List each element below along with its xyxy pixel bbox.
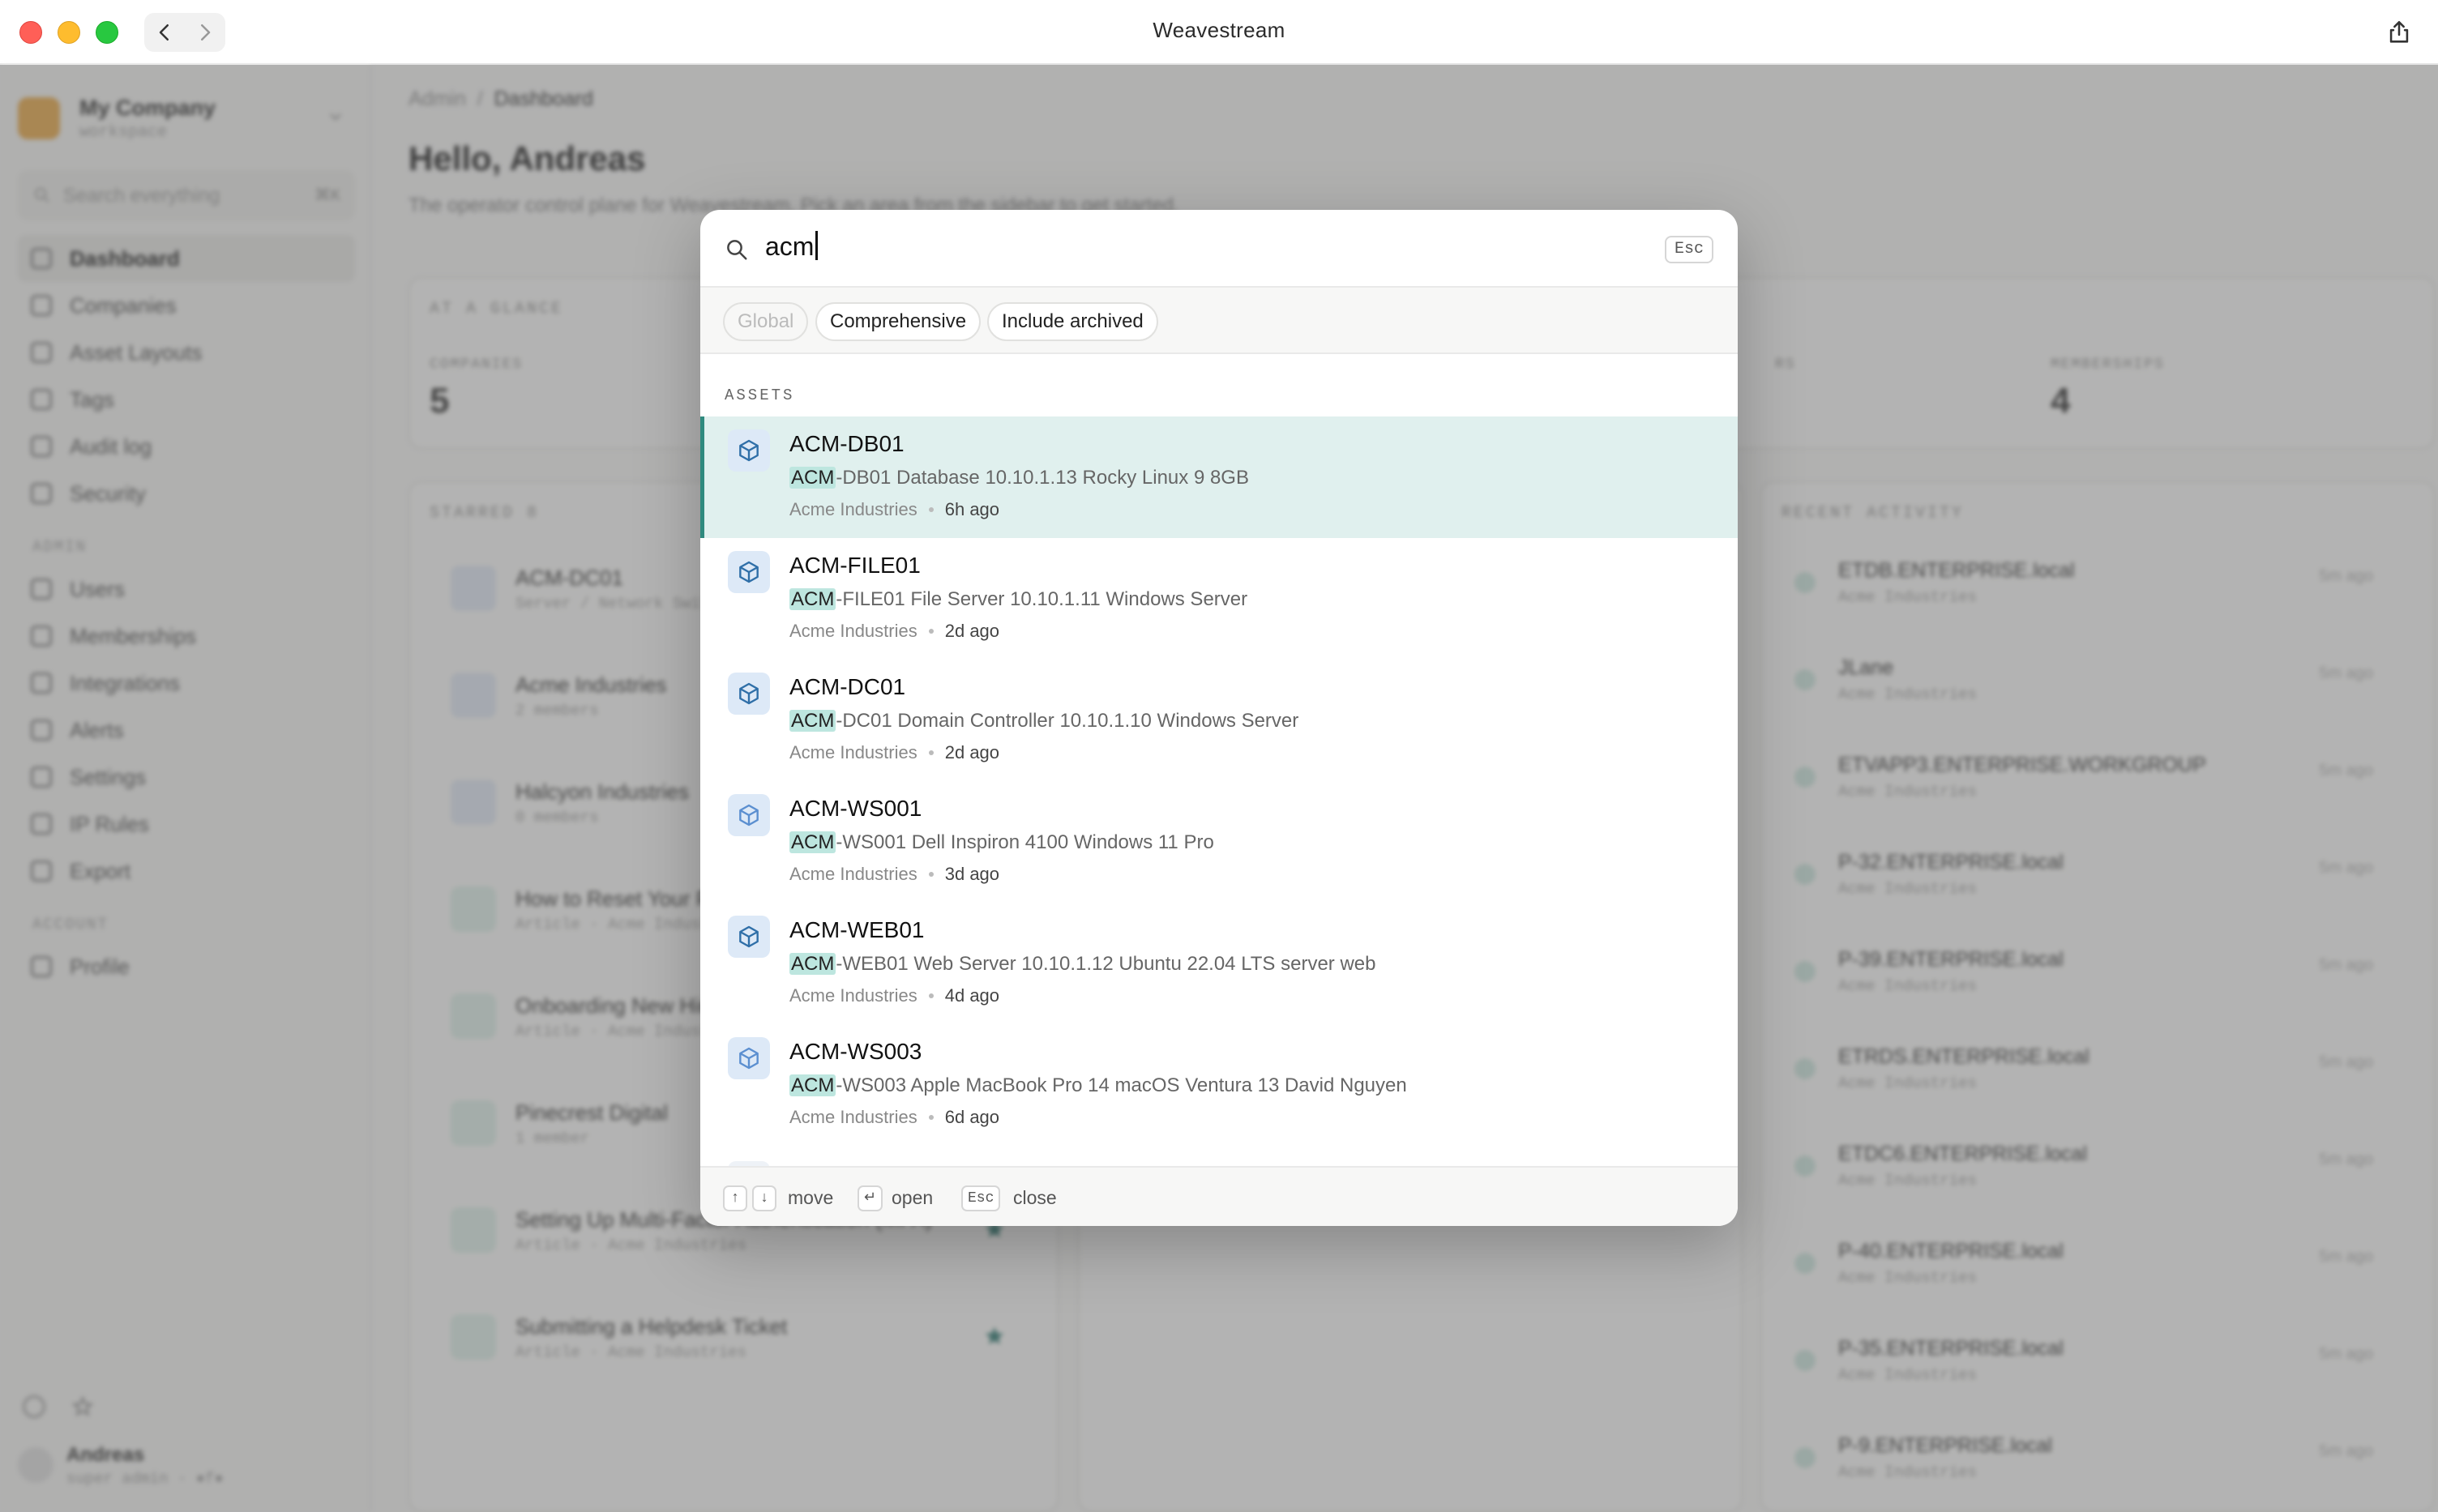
result-desc-text: -FILE01 File Server 10.10.1.11 Windows S… bbox=[836, 588, 1248, 610]
search-result[interactable]: ACM-WEB01 ACM-WEB01 Web Server 10.10.1.1… bbox=[700, 903, 1738, 1024]
result-company: Acme Industries bbox=[789, 985, 917, 1006]
share-icon bbox=[2389, 20, 2409, 43]
result-company: Acme Industries bbox=[789, 621, 917, 641]
result-title: ACM-WEB01 bbox=[789, 917, 925, 942]
match-highlight: ACM bbox=[789, 588, 836, 610]
result-time: 4d ago bbox=[944, 985, 1000, 1006]
palette-footer: ↑ ↓ move ↵ open Esc close bbox=[700, 1166, 1738, 1226]
result-time: 2d ago bbox=[944, 742, 1000, 762]
search-result[interactable]: ACM-DC01 ACM-DC01 Domain Controller 10.1… bbox=[700, 660, 1738, 781]
search-icon bbox=[727, 240, 747, 260]
result-meta: Acme Industries 2d ago bbox=[789, 742, 999, 763]
open-hint-label: open bbox=[892, 1187, 934, 1208]
separator-dot bbox=[928, 750, 934, 755]
window-title: Weavestream bbox=[1153, 18, 1285, 42]
result-description: ACM-DB01 Database 10.10.1.13 Rocky Linux… bbox=[789, 467, 1249, 489]
result-title: ACM-DB01 bbox=[789, 431, 905, 456]
separator-dot bbox=[928, 629, 934, 634]
match-highlight: ACM bbox=[789, 710, 836, 732]
up-key-hint: ↑ bbox=[723, 1185, 747, 1211]
results-group-label: ASSETS bbox=[725, 387, 795, 404]
search-result[interactable]: ACM-DB01 ACM-DB01 Database 10.10.1.13 Ro… bbox=[700, 416, 1738, 538]
move-hint-label: move bbox=[788, 1187, 834, 1208]
result-desc-text: -WS001 Dell Inspiron 4100 Windows 11 Pro bbox=[836, 831, 1214, 853]
asset-box-icon bbox=[728, 551, 770, 593]
result-time: 3d ago bbox=[944, 864, 1000, 884]
search-result[interactable]: ACM-WS003 ACM-WS003 Apple MacBook Pro 14… bbox=[700, 1024, 1738, 1146]
palette-filters: Global Comprehensive Include archived bbox=[700, 288, 1738, 354]
close-hint-label: close bbox=[1013, 1187, 1057, 1208]
result-desc-text: -WEB01 Web Server 10.10.1.12 Ubuntu 22.0… bbox=[836, 953, 1376, 975]
esc-key-footer-hint: Esc bbox=[961, 1185, 1001, 1211]
asset-box-icon bbox=[728, 673, 770, 715]
result-meta: Acme Industries 4d ago bbox=[789, 985, 999, 1006]
result-description: ACM-WS003 Apple MacBook Pro 14 macOS Ven… bbox=[789, 1074, 1407, 1097]
asset-box-icon bbox=[728, 916, 770, 958]
enter-key-hint: ↵ bbox=[858, 1185, 883, 1211]
asset-box-icon bbox=[728, 794, 770, 836]
result-desc-text: -DC01 Domain Controller 10.10.1.10 Windo… bbox=[836, 710, 1299, 732]
result-time: 6d ago bbox=[944, 1107, 1000, 1127]
search-result[interactable]: ACM-WS001 ACM-WS001 Dell Inspiron 4100 W… bbox=[700, 781, 1738, 903]
separator-dot bbox=[928, 1115, 934, 1120]
match-highlight: ACM bbox=[789, 1074, 836, 1096]
separator-dot bbox=[928, 507, 934, 512]
result-company: Acme Industries bbox=[789, 1107, 917, 1127]
search-result[interactable]: ACM-FILE01 ACM-FILE01 File Server 10.10.… bbox=[700, 538, 1738, 660]
result-title: ACM-WS001 bbox=[789, 796, 922, 821]
match-highlight: ACM bbox=[789, 467, 836, 489]
result-meta: Acme Industries 6h ago bbox=[789, 499, 999, 520]
result-title: ACM-DC01 bbox=[789, 674, 906, 699]
result-time: 2d ago bbox=[944, 621, 1000, 641]
result-description: ACM-WS001 Dell Inspiron 4100 Windows 11 … bbox=[789, 831, 1214, 854]
esc-key-hint[interactable]: Esc bbox=[1664, 236, 1713, 263]
asset-box-icon bbox=[728, 1037, 770, 1079]
result-meta: Acme Industries 6d ago bbox=[789, 1107, 999, 1128]
result-description: ACM-DC01 Domain Controller 10.10.1.10 Wi… bbox=[789, 710, 1298, 733]
result-title: ACM-FILE01 bbox=[789, 553, 921, 578]
result-time: 6h ago bbox=[944, 499, 1000, 519]
result-company: Acme Industries bbox=[789, 499, 917, 519]
down-key-hint: ↓ bbox=[752, 1185, 776, 1211]
palette-search-bar: acm Esc bbox=[700, 210, 1738, 288]
separator-dot bbox=[928, 993, 934, 998]
text-caret bbox=[815, 231, 819, 260]
search-input[interactable]: acm bbox=[765, 231, 819, 262]
result-title: ACM-WS003 bbox=[789, 1039, 922, 1064]
result-desc-text: -DB01 Database 10.10.1.13 Rocky Linux 9 … bbox=[836, 467, 1249, 489]
asset-box-icon bbox=[728, 429, 770, 472]
match-highlight: ACM bbox=[789, 953, 836, 975]
result-description: ACM-FILE01 File Server 10.10.1.11 Window… bbox=[789, 588, 1247, 611]
result-company: Acme Industries bbox=[789, 864, 917, 884]
result-description: ACM-WEB01 Web Server 10.10.1.12 Ubuntu 2… bbox=[789, 953, 1375, 976]
result-meta: Acme Industries 3d ago bbox=[789, 864, 999, 885]
search-query: acm bbox=[765, 232, 815, 261]
separator-dot bbox=[928, 872, 934, 877]
filter-include-archived[interactable]: Include archived bbox=[987, 302, 1158, 341]
match-highlight: ACM bbox=[789, 831, 836, 853]
filter-comprehensive[interactable]: Comprehensive bbox=[815, 302, 982, 341]
share-button[interactable] bbox=[2380, 13, 2419, 52]
result-desc-text: -WS003 Apple MacBook Pro 14 macOS Ventur… bbox=[836, 1074, 1407, 1096]
filter-global[interactable]: Global bbox=[723, 302, 809, 341]
result-meta: Acme Industries 2d ago bbox=[789, 621, 999, 642]
command-palette: acm Esc Global Comprehensive Include arc… bbox=[700, 210, 1738, 1226]
window-titlebar: Weavestream bbox=[0, 0, 2438, 65]
result-company: Acme Industries bbox=[789, 742, 917, 762]
